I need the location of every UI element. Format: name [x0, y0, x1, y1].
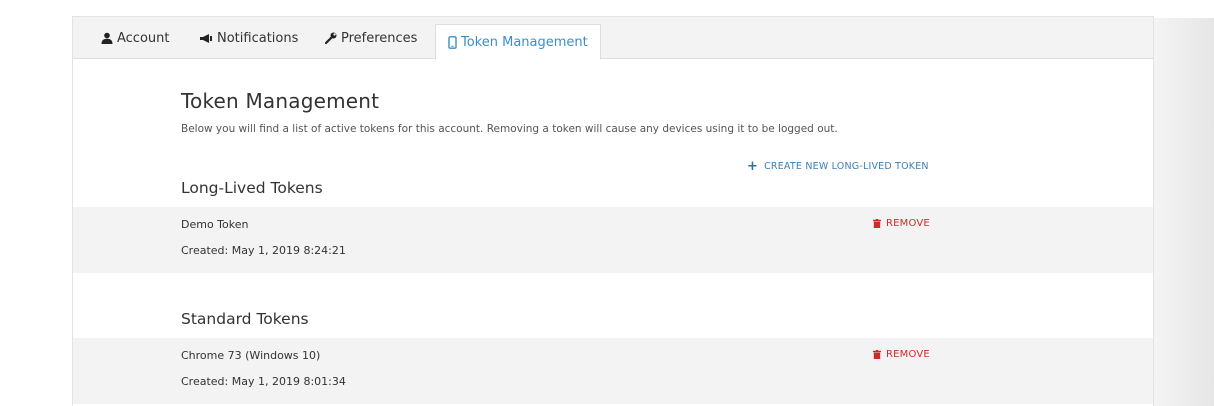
tab-account-label: Account	[117, 30, 170, 46]
settings-panel: Account Notifications Preferences Token …	[72, 16, 1154, 406]
megaphone-icon	[199, 33, 213, 44]
tab-token-management[interactable]: Token Management	[435, 24, 601, 60]
standard-tokens-heading: Standard Tokens	[181, 310, 309, 328]
tab-token-management-label: Token Management	[461, 34, 588, 50]
page-edge-shadow	[1154, 18, 1214, 406]
tab-preferences[interactable]: Preferences	[325, 17, 417, 59]
token-row: Demo Token Created: May 1, 2019 8:24:21 …	[73, 207, 1153, 273]
remove-label: REMOVE	[886, 218, 930, 229]
remove-token-button[interactable]: REMOVE	[873, 349, 930, 360]
remove-token-button[interactable]: REMOVE	[873, 218, 930, 229]
token-created: Created: May 1, 2019 8:01:34	[181, 375, 346, 388]
remove-label: REMOVE	[886, 349, 930, 360]
token-row: Chrome 73 (Windows 10) Created: May 1, 2…	[73, 338, 1153, 404]
create-token-label: CREATE NEW LONG-LIVED TOKEN	[764, 161, 929, 172]
tab-account[interactable]: Account	[101, 17, 170, 59]
wrench-icon	[325, 32, 337, 44]
user-icon	[101, 32, 113, 44]
tab-bar: Account Notifications Preferences Token …	[73, 17, 1153, 60]
page-description: Below you will find a list of active tok…	[181, 123, 838, 135]
mobile-icon	[448, 35, 457, 49]
trash-icon	[873, 219, 881, 228]
page-title: Token Management	[181, 89, 380, 113]
plus-icon: +	[747, 159, 759, 174]
tab-preferences-label: Preferences	[341, 30, 418, 46]
tab-notifications[interactable]: Notifications	[199, 17, 298, 59]
token-name: Chrome 73 (Windows 10)	[181, 349, 321, 362]
trash-icon	[873, 350, 881, 359]
token-name: Demo Token	[181, 218, 249, 231]
long-lived-tokens-heading: Long-Lived Tokens	[181, 179, 323, 197]
token-created: Created: May 1, 2019 8:24:21	[181, 244, 346, 257]
create-token-button[interactable]: + CREATE NEW LONG-LIVED TOKEN	[747, 159, 929, 174]
tab-notifications-label: Notifications	[217, 30, 299, 46]
